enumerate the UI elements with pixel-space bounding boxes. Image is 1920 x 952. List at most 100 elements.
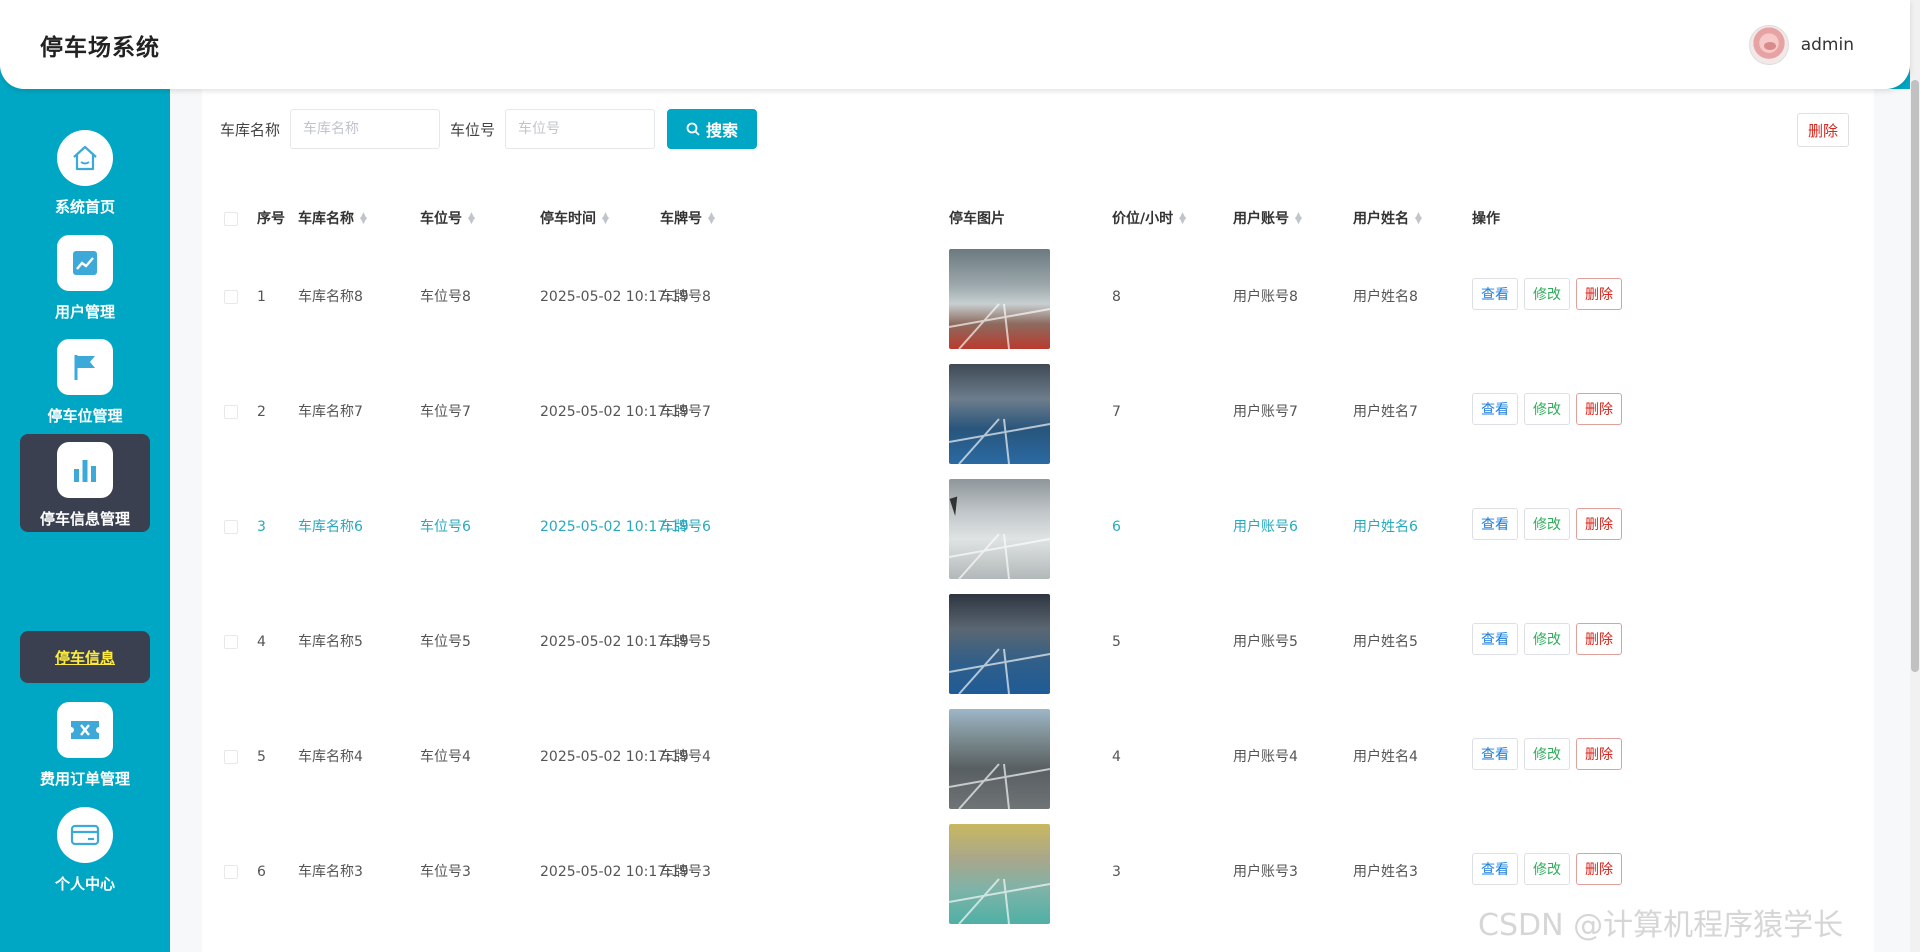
sidebar-item-profile[interactable]: 个人中心 xyxy=(20,799,150,897)
view-button[interactable]: 查看 xyxy=(1472,853,1518,885)
cell-price: 6 xyxy=(1112,519,1121,535)
cell-garage: 车库名称8 xyxy=(298,289,363,305)
sort-icon[interactable]: ▲ ▼ xyxy=(360,212,367,226)
view-button[interactable]: 查看 xyxy=(1472,738,1518,770)
cell-plate: 车牌号5 xyxy=(660,634,711,650)
bar-chart-icon xyxy=(57,442,113,498)
cell-plate: 车牌号6 xyxy=(660,519,711,535)
sidebar-item-label: 用户管理 xyxy=(54,303,115,321)
view-button[interactable]: 查看 xyxy=(1472,508,1518,540)
edit-button[interactable]: 修改 xyxy=(1524,853,1570,885)
row-checkbox[interactable] xyxy=(224,635,238,649)
header-name[interactable]: 用户姓名 ▲ ▼ xyxy=(1353,199,1422,239)
row-actions: 查看 修改 删除 xyxy=(1472,278,1622,310)
sort-icon[interactable]: ▲ ▼ xyxy=(708,212,715,226)
table-row[interactable]: 3 车库名称6 车位号6 2025-05-02 10:17:19 车牌号6 6 用户账号6 用… xyxy=(202,470,1874,585)
watermark: CSDN @计算机程序猿学长 xyxy=(1478,908,1844,943)
header-plate[interactable]: 车牌号 ▲ ▼ xyxy=(660,199,715,239)
view-button[interactable]: 查看 xyxy=(1472,278,1518,310)
edit-button[interactable]: 修改 xyxy=(1524,508,1570,540)
sort-icon[interactable]: ▲ ▼ xyxy=(1415,212,1422,226)
cell-plate: 车牌号8 xyxy=(660,289,711,305)
spot-number-input[interactable] xyxy=(505,109,656,149)
sidebar: 系统首页 用户管理 停车位管理 停车信息管理 停车信息 费用订单管理 个人中心 xyxy=(0,89,170,952)
row-checkbox[interactable] xyxy=(224,405,238,419)
header-photo: 停车图片 xyxy=(949,211,1005,227)
header-spot[interactable]: 车位号 ▲ ▼ xyxy=(420,199,475,239)
edit-button[interactable]: 修改 xyxy=(1524,738,1570,770)
username[interactable]: admin xyxy=(1801,35,1854,55)
header-ops: 操作 xyxy=(1472,211,1500,227)
content-panel: 车库名称 车位号 搜索 删除 序号 车库名称 ▲▼ 车位号 ▲▼ 停车时间 ▲▼ 车牌… xyxy=(202,89,1874,952)
sidebar-item-home[interactable]: 系统首页 xyxy=(20,122,150,220)
batch-delete-button[interactable]: 删除 xyxy=(1797,113,1849,147)
search-button[interactable]: 搜索 xyxy=(667,109,758,149)
header-garage[interactable]: 车库名称 ▲ ▼ xyxy=(298,199,367,239)
sort-icon[interactable]: ▲ ▼ xyxy=(1179,212,1186,226)
sidebar-item-label: 个人中心 xyxy=(54,875,115,893)
cell-account: 用户账号7 xyxy=(1233,404,1298,420)
cell-garage: 车库名称5 xyxy=(298,634,363,650)
sidebar-item-fee-orders[interactable]: 费用订单管理 xyxy=(20,694,150,792)
sidebar-item-parking-spots[interactable]: 停车位管理 xyxy=(20,331,150,429)
page-scrollbar[interactable] xyxy=(1910,0,1920,952)
flag-icon xyxy=(57,339,113,395)
header-price[interactable]: 价位/小时 ▲ ▼ xyxy=(1112,199,1186,239)
row-checkbox[interactable] xyxy=(224,290,238,304)
delete-button[interactable]: 删除 xyxy=(1576,853,1622,885)
parking-photo[interactable] xyxy=(949,824,1050,924)
view-button[interactable]: 查看 xyxy=(1472,393,1518,425)
garage-name-input[interactable] xyxy=(290,109,441,149)
delete-button[interactable]: 删除 xyxy=(1576,623,1622,655)
scrollbar-thumb[interactable] xyxy=(1911,80,1919,672)
sidebar-item-parking-info[interactable]: 停车信息管理 xyxy=(20,434,150,532)
header-account[interactable]: 用户账号 ▲ ▼ xyxy=(1233,199,1302,239)
sort-icon[interactable]: ▲ ▼ xyxy=(468,212,475,226)
cell-index: 5 xyxy=(257,749,266,765)
header-spot-label: 车位号 xyxy=(420,211,462,227)
header-time[interactable]: 停车时间 ▲ ▼ xyxy=(540,199,609,239)
row-actions: 查看 修改 删除 xyxy=(1472,623,1622,655)
cell-garage: 车库名称4 xyxy=(298,749,363,765)
sort-icon[interactable]: ▲ ▼ xyxy=(1295,212,1302,226)
sidebar-item-users[interactable]: 用户管理 xyxy=(20,227,150,325)
sort-icon[interactable]: ▲ ▼ xyxy=(602,212,609,226)
delete-button[interactable]: 删除 xyxy=(1576,278,1622,310)
cell-index: 6 xyxy=(257,864,266,880)
home-icon xyxy=(57,130,113,186)
search-icon xyxy=(686,122,700,136)
cell-spot: 车位号5 xyxy=(420,634,471,650)
submenu-label[interactable]: 停车信息 xyxy=(55,647,115,668)
cell-spot: 车位号8 xyxy=(420,289,471,305)
cell-plate: 车牌号7 xyxy=(660,404,711,420)
user-menu[interactable]: admin xyxy=(1748,24,1854,65)
delete-button[interactable]: 删除 xyxy=(1576,738,1622,770)
table-row[interactable]: 5 车库名称4 车位号4 2025-05-02 10:17:19 车牌号4 4 用户账号4 用… xyxy=(202,700,1874,815)
cell-price: 8 xyxy=(1112,289,1121,305)
table-row[interactable]: 4 车库名称5 车位号5 2025-05-02 10:17:19 车牌号5 5 用户账号5 用… xyxy=(202,585,1874,700)
delete-button[interactable]: 删除 xyxy=(1576,508,1622,540)
cell-name: 用户姓名4 xyxy=(1353,749,1418,765)
row-checkbox[interactable] xyxy=(224,750,238,764)
header-index: 序号 xyxy=(257,211,285,227)
cell-price: 4 xyxy=(1112,749,1121,765)
main-content: 车库名称 车位号 搜索 删除 序号 车库名称 ▲▼ 车位号 ▲▼ 停车时间 ▲▼ 车牌… xyxy=(170,89,1910,952)
avatar[interactable] xyxy=(1748,24,1789,65)
edit-button[interactable]: 修改 xyxy=(1524,393,1570,425)
table-row[interactable]: 1 车库名称8 车位号8 2025-05-02 10:17:19 车牌号8 8 用户账号8 用… xyxy=(202,240,1874,355)
parking-photo[interactable] xyxy=(949,249,1050,349)
header-account-label: 用户账号 xyxy=(1233,211,1289,227)
delete-button[interactable]: 删除 xyxy=(1576,393,1622,425)
row-checkbox[interactable] xyxy=(224,865,238,879)
submenu-item-parking-info[interactable]: 停车信息 xyxy=(20,631,150,683)
edit-button[interactable]: 修改 xyxy=(1524,278,1570,310)
cell-name: 用户姓名5 xyxy=(1353,634,1418,650)
parking-photo[interactable] xyxy=(949,364,1050,464)
view-button[interactable]: 查看 xyxy=(1472,623,1518,655)
edit-button[interactable]: 修改 xyxy=(1524,623,1570,655)
parking-photo[interactable] xyxy=(949,594,1050,694)
select-all-checkbox[interactable] xyxy=(224,212,238,226)
row-checkbox[interactable] xyxy=(224,520,238,534)
parking-photo[interactable] xyxy=(949,709,1050,809)
table-row[interactable]: 2 车库名称7 车位号7 2025-05-02 10:17:19 车牌号7 7 用户账号7 用… xyxy=(202,355,1874,470)
